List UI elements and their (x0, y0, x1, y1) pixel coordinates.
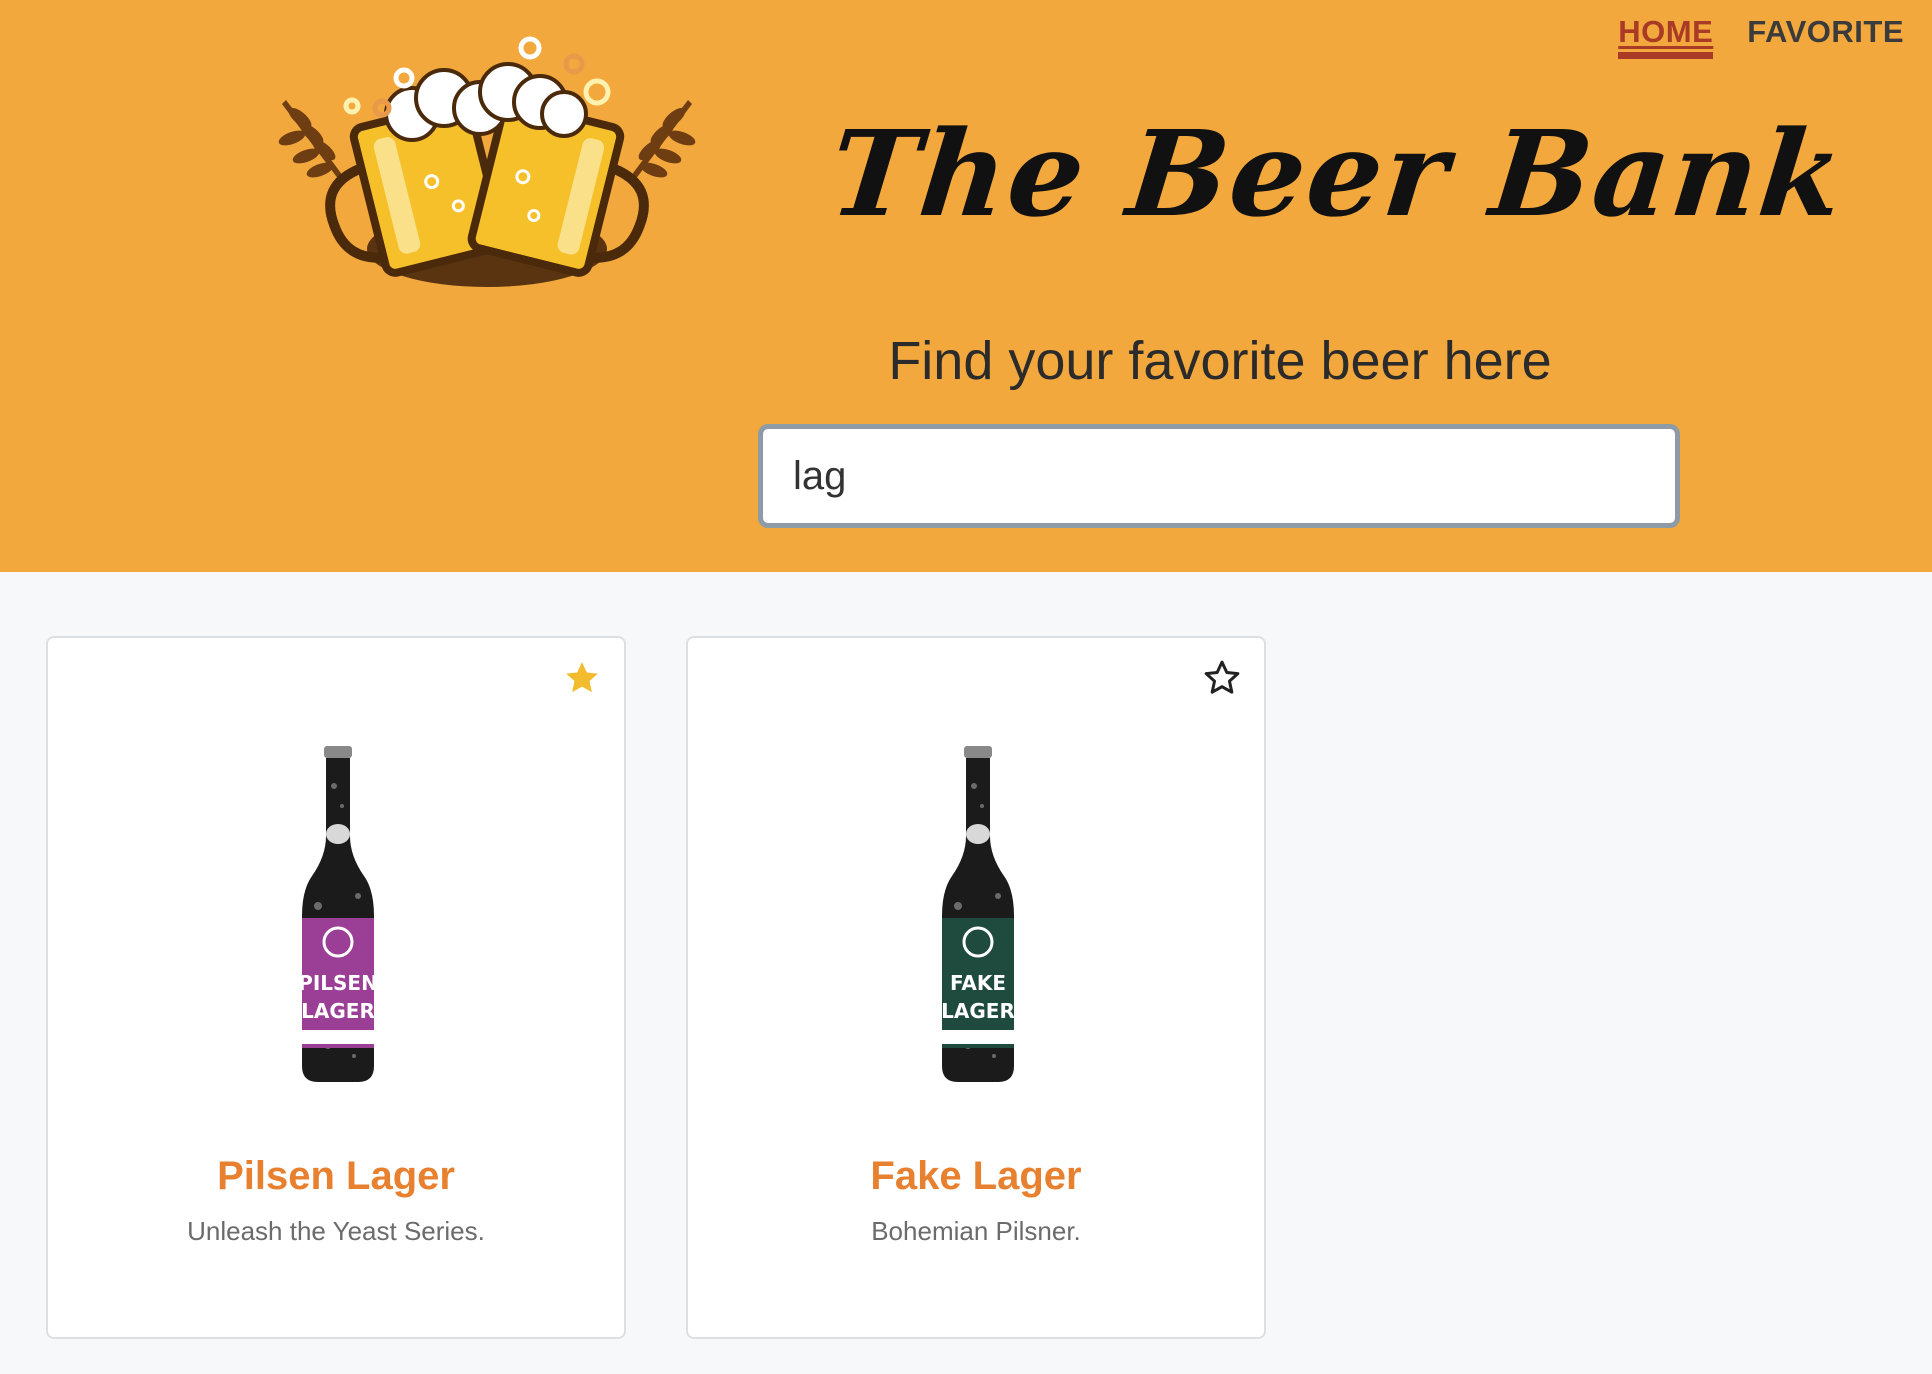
search-box (758, 424, 1680, 528)
top-nav: HOME FAVORITE (1618, 10, 1904, 59)
beer-bottle-image: FAKE LAGER (941, 746, 1015, 1082)
beer-name[interactable]: Fake Lager (688, 1154, 1264, 1199)
beer-bottle-image: PILSEN LAGER (298, 746, 378, 1082)
bottle-label-bottom: LAGER (301, 999, 375, 1023)
bottle-label-bottom: LAGER (941, 999, 1015, 1023)
bottle-label-top: PILSEN (298, 971, 378, 995)
nav-home-link[interactable]: HOME (1618, 10, 1714, 59)
beer-name[interactable]: Pilsen Lager (48, 1154, 624, 1199)
header: HOME FAVORITE The Beer Bank Find your fa… (0, 0, 1932, 572)
beer-card[interactable]: FAKE LAGER Fake Lager Bohemian Pilsner. (686, 636, 1266, 1339)
beer-card[interactable]: PILSEN LAGER Pilsen Lager Unleash the Ye… (46, 636, 626, 1339)
nav-favorite-link[interactable]: FAVORITE (1747, 10, 1904, 59)
beer-tagline: Unleash the Yeast Series. (187, 1216, 485, 1246)
bottle-label-top: FAKE (950, 971, 1006, 995)
star-filled-icon[interactable] (562, 658, 602, 698)
page-title: The Beer Bank (823, 104, 1852, 243)
search-input[interactable] (763, 429, 1675, 523)
beer-tagline: Bohemian Pilsner. (871, 1216, 1081, 1246)
page-subtitle: Find your favorite beer here (888, 331, 1552, 391)
star-outline-icon[interactable] (1202, 658, 1242, 698)
beer-mugs-logo (278, 36, 696, 287)
